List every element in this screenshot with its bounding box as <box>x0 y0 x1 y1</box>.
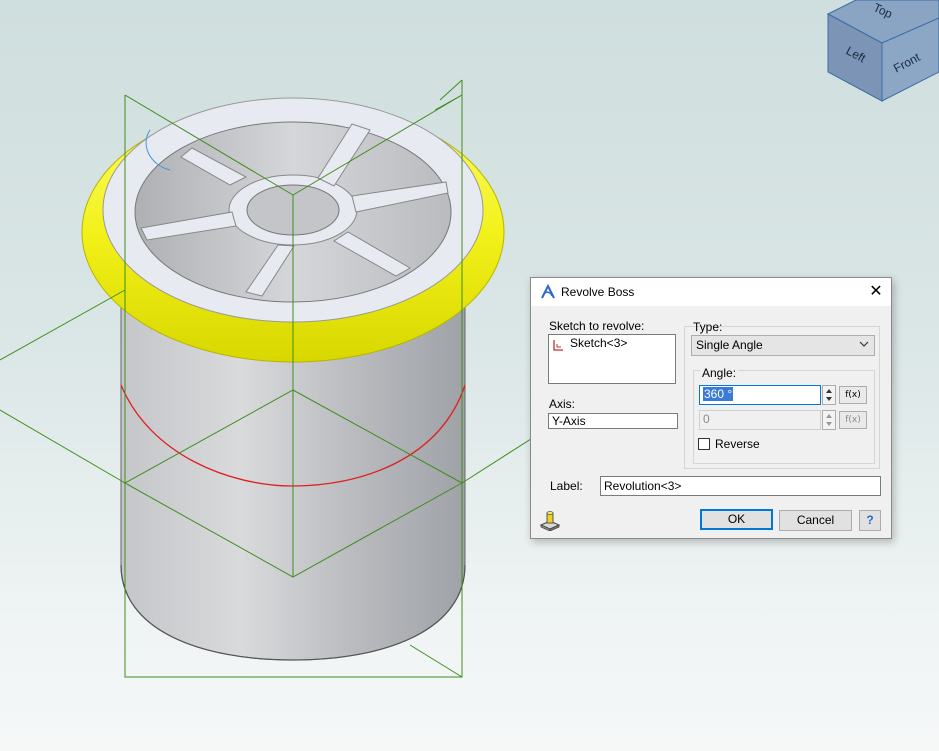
cancel-button[interactable]: Cancel <box>779 510 852 531</box>
second-angle-input[interactable]: 0 <box>699 410 821 430</box>
axis-label: Axis: <box>549 397 576 411</box>
close-icon: ✕ <box>869 283 883 300</box>
sketch-list[interactable]: Sketch<3> <box>548 334 676 384</box>
revolve-boss-dialog: Revolve Boss ✕ Sketch to revolve: Sketch… <box>530 277 892 539</box>
sketch-list-item[interactable]: Sketch<3> <box>570 336 627 350</box>
type-dropdown[interactable]: Single Angle <box>691 335 875 356</box>
angle-fx-button[interactable]: f(x) <box>839 386 867 404</box>
spool-model[interactable] <box>0 79 546 678</box>
ok-button[interactable]: OK <box>700 509 773 530</box>
angle-input[interactable]: 360 ° <box>699 385 821 405</box>
help-button[interactable]: ? <box>859 510 881 531</box>
preview-icon[interactable] <box>539 509 561 531</box>
chevron-down-icon <box>859 341 869 347</box>
angle-input-value: 360 ° <box>703 387 734 401</box>
second-angle-spinner[interactable] <box>822 410 836 430</box>
view-cube[interactable]: Top Left Front <box>826 0 939 104</box>
sketch-to-revolve-label: Sketch to revolve: <box>549 319 645 333</box>
revolve-app-icon <box>541 284 555 299</box>
angle-label: Angle: <box>700 366 739 380</box>
axis-field[interactable]: Y-Axis <box>548 413 678 429</box>
type-dropdown-value: Single Angle <box>696 338 763 352</box>
type-label: Type: <box>693 320 723 334</box>
reverse-checkbox[interactable] <box>698 438 710 450</box>
angle-spinner[interactable] <box>822 385 836 405</box>
sketch-icon <box>553 340 563 351</box>
label-field-label: Label: <box>550 479 583 493</box>
reverse-label[interactable]: Reverse <box>715 437 760 451</box>
close-button[interactable]: ✕ <box>861 278 891 306</box>
label-input[interactable]: Revolution<3> <box>600 476 881 496</box>
dialog-titlebar[interactable]: Revolve Boss ✕ <box>531 278 891 306</box>
dialog-title: Revolve Boss <box>561 285 635 299</box>
second-angle-fx-button[interactable]: f(x) <box>839 411 867 429</box>
